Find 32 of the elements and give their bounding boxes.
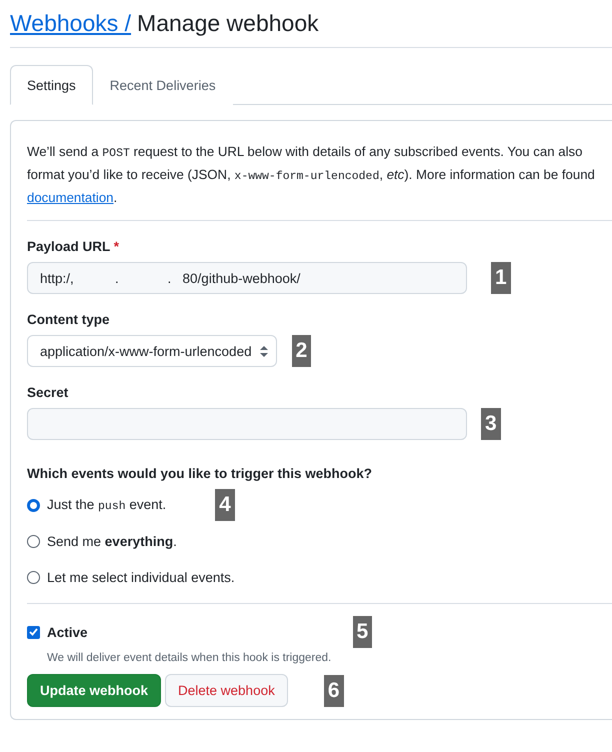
checkbox-label: Active — [47, 624, 88, 640]
radio-button[interactable] — [27, 534, 40, 548]
annotation-marker: 5 — [352, 616, 372, 648]
breadcrumb-link[interactable]: Webhooks / — [10, 10, 132, 37]
annotation-marker: 2 — [292, 335, 312, 367]
help-text: We will deliver event details when this hook is triggered. — [47, 652, 332, 664]
content-type-select[interactable]: application/x-www-form-urlencoded — [27, 335, 277, 367]
annotation-marker: 3 — [481, 408, 501, 440]
event-option[interactable]: Let me select individual events. — [27, 559, 612, 595]
events-question: Which events would you like to trigger this webhook? — [27, 466, 374, 481]
checkbox[interactable] — [27, 626, 40, 638]
page-title: Manage webhook — [137, 10, 319, 37]
event-option[interactable]: Send me everything. — [27, 523, 612, 559]
delete-button[interactable]: Delete webhook — [165, 674, 288, 707]
annotation-marker: 4 — [215, 489, 235, 521]
event-option[interactable]: Just the push event. 4 — [27, 487, 612, 523]
option-label: Send me everything. — [47, 534, 177, 548]
secret-field[interactable] — [27, 408, 467, 440]
field-label: Content type — [27, 312, 110, 327]
annotation-marker: 6 — [324, 674, 344, 706]
sort-caret-icon — [260, 346, 268, 356]
field-label: Secret — [27, 385, 70, 400]
annotation-marker: 1 — [491, 262, 511, 294]
field-label: Payload URL * — [27, 239, 120, 254]
option-label: Just the push event. — [47, 497, 166, 513]
radio-button[interactable] — [27, 570, 40, 584]
option-label: Let me select individual events. — [47, 570, 235, 584]
tab[interactable]: Settings — [10, 65, 93, 105]
radio-button[interactable] — [27, 498, 40, 512]
payload-url-field[interactable]: http:/, . . 80/github-webhook/ — [27, 262, 467, 294]
documentation-link[interactable]: documentation — [27, 190, 114, 205]
update-button[interactable]: Update webhook — [27, 674, 162, 707]
